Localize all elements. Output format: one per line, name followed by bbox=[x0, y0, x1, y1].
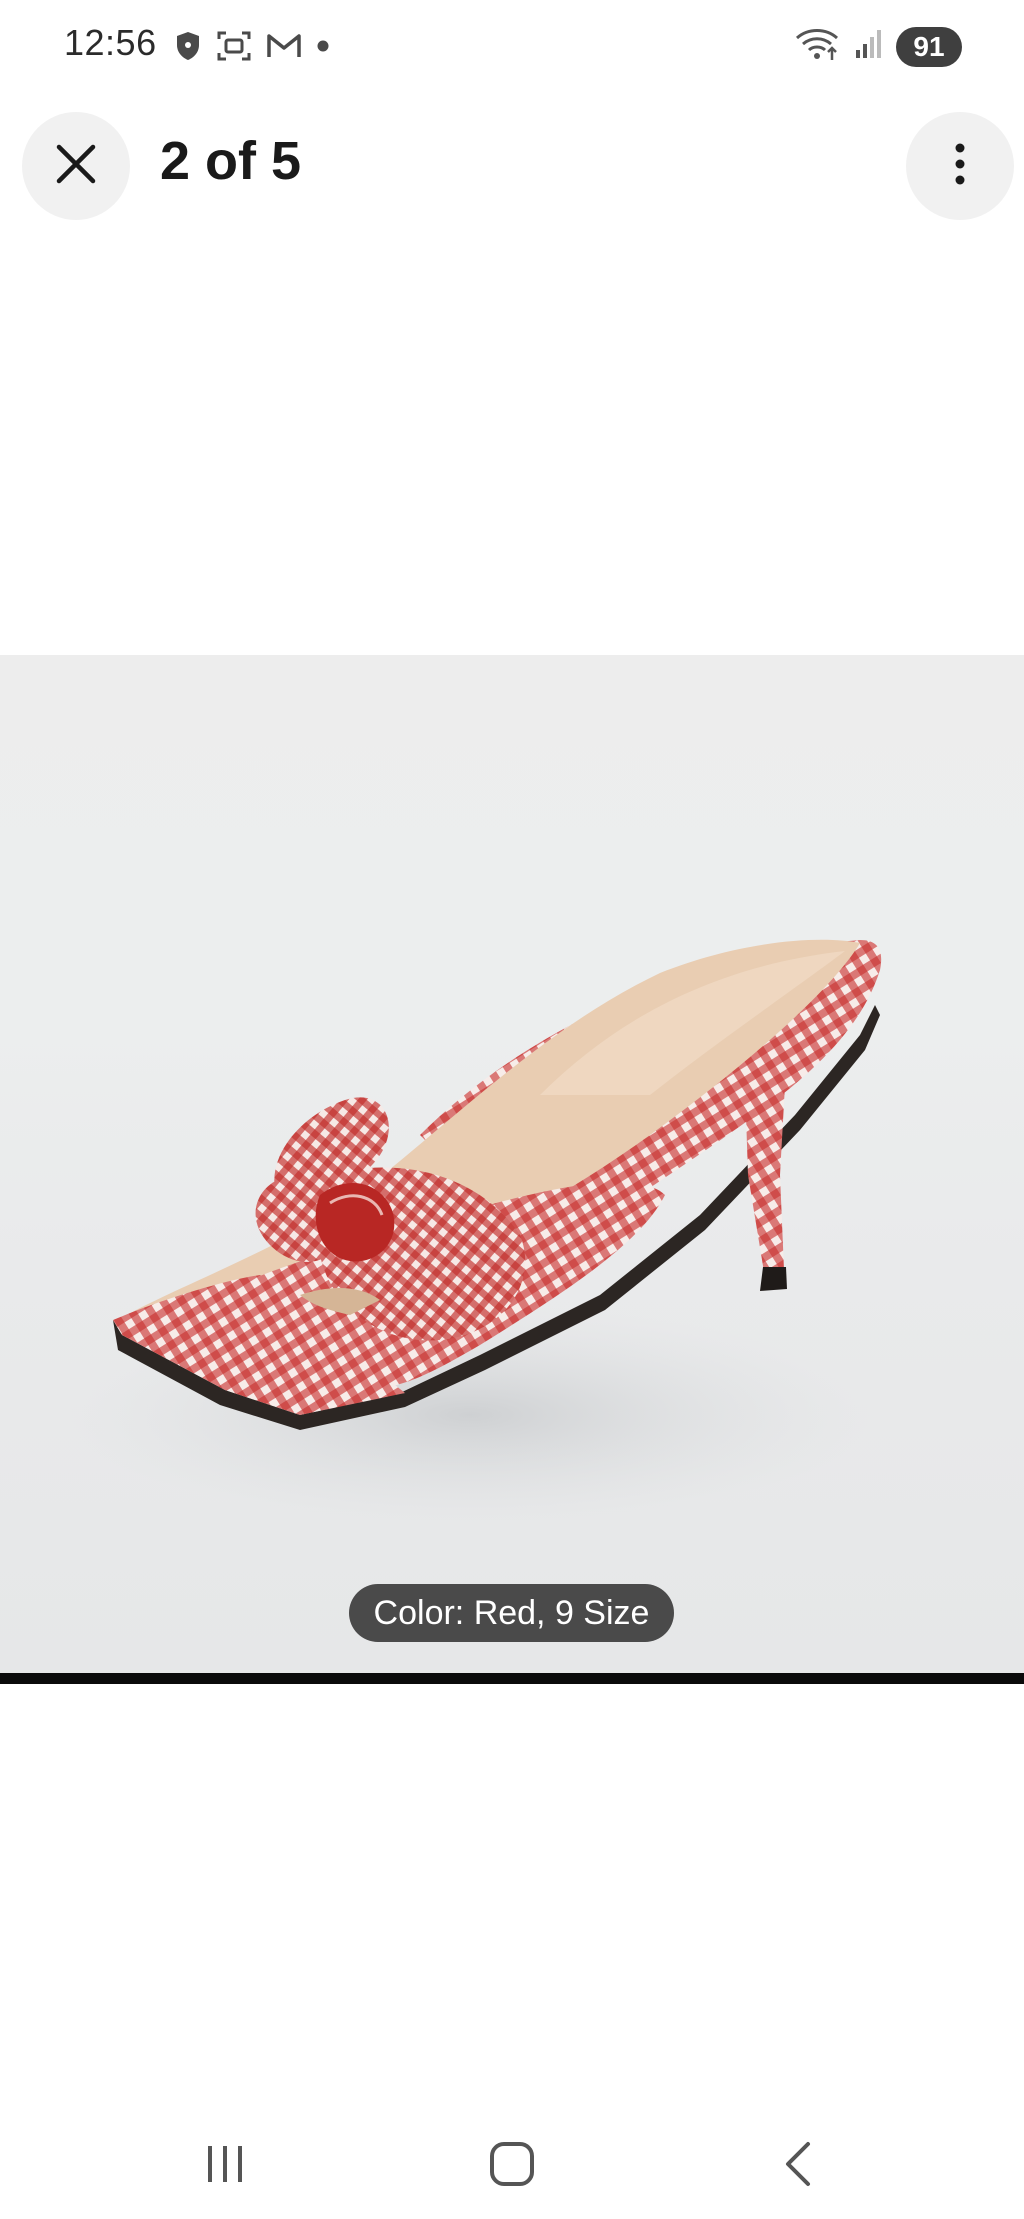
page-counter: 2 of 5 bbox=[160, 131, 302, 191]
status-time: 12:56 bbox=[64, 22, 157, 63]
home-icon bbox=[488, 2140, 536, 2193]
gmail-icon bbox=[266, 32, 302, 65]
status-left-icons bbox=[174, 30, 330, 67]
battery-level: 91 bbox=[913, 30, 945, 62]
caption-text: Color: Red, 9 Size bbox=[373, 1593, 650, 1632]
image-caption: Color: Red, 9 Size bbox=[349, 1584, 674, 1642]
wifi-icon bbox=[794, 26, 840, 67]
image-viewer-screen: 12:56 91 2 of 5 Color: Red, 9 Size bbox=[0, 0, 1024, 2219]
photo-divider bbox=[0, 1673, 1024, 1684]
recents-button[interactable] bbox=[185, 2130, 265, 2202]
close-icon bbox=[54, 142, 98, 191]
notification-dot-icon bbox=[316, 39, 330, 58]
status-bar: 12:56 91 bbox=[0, 0, 1024, 96]
more-vertical-icon bbox=[954, 142, 966, 191]
signal-icon bbox=[854, 28, 882, 65]
system-nav-bar bbox=[0, 2110, 1024, 2210]
back-button[interactable] bbox=[758, 2130, 838, 2202]
product-photo[interactable] bbox=[0, 655, 1024, 1673]
back-icon bbox=[783, 2140, 813, 2193]
battery-icon: 91 bbox=[896, 26, 962, 67]
recents-icon bbox=[203, 2144, 247, 2189]
sandal-illustration bbox=[70, 939, 882, 1525]
home-button[interactable] bbox=[472, 2130, 552, 2202]
more-options-button[interactable] bbox=[906, 112, 1014, 220]
status-right-icons: 91 bbox=[794, 26, 962, 67]
screenshot-icon bbox=[216, 30, 252, 67]
shield-icon bbox=[174, 30, 202, 67]
close-button[interactable] bbox=[22, 112, 130, 220]
